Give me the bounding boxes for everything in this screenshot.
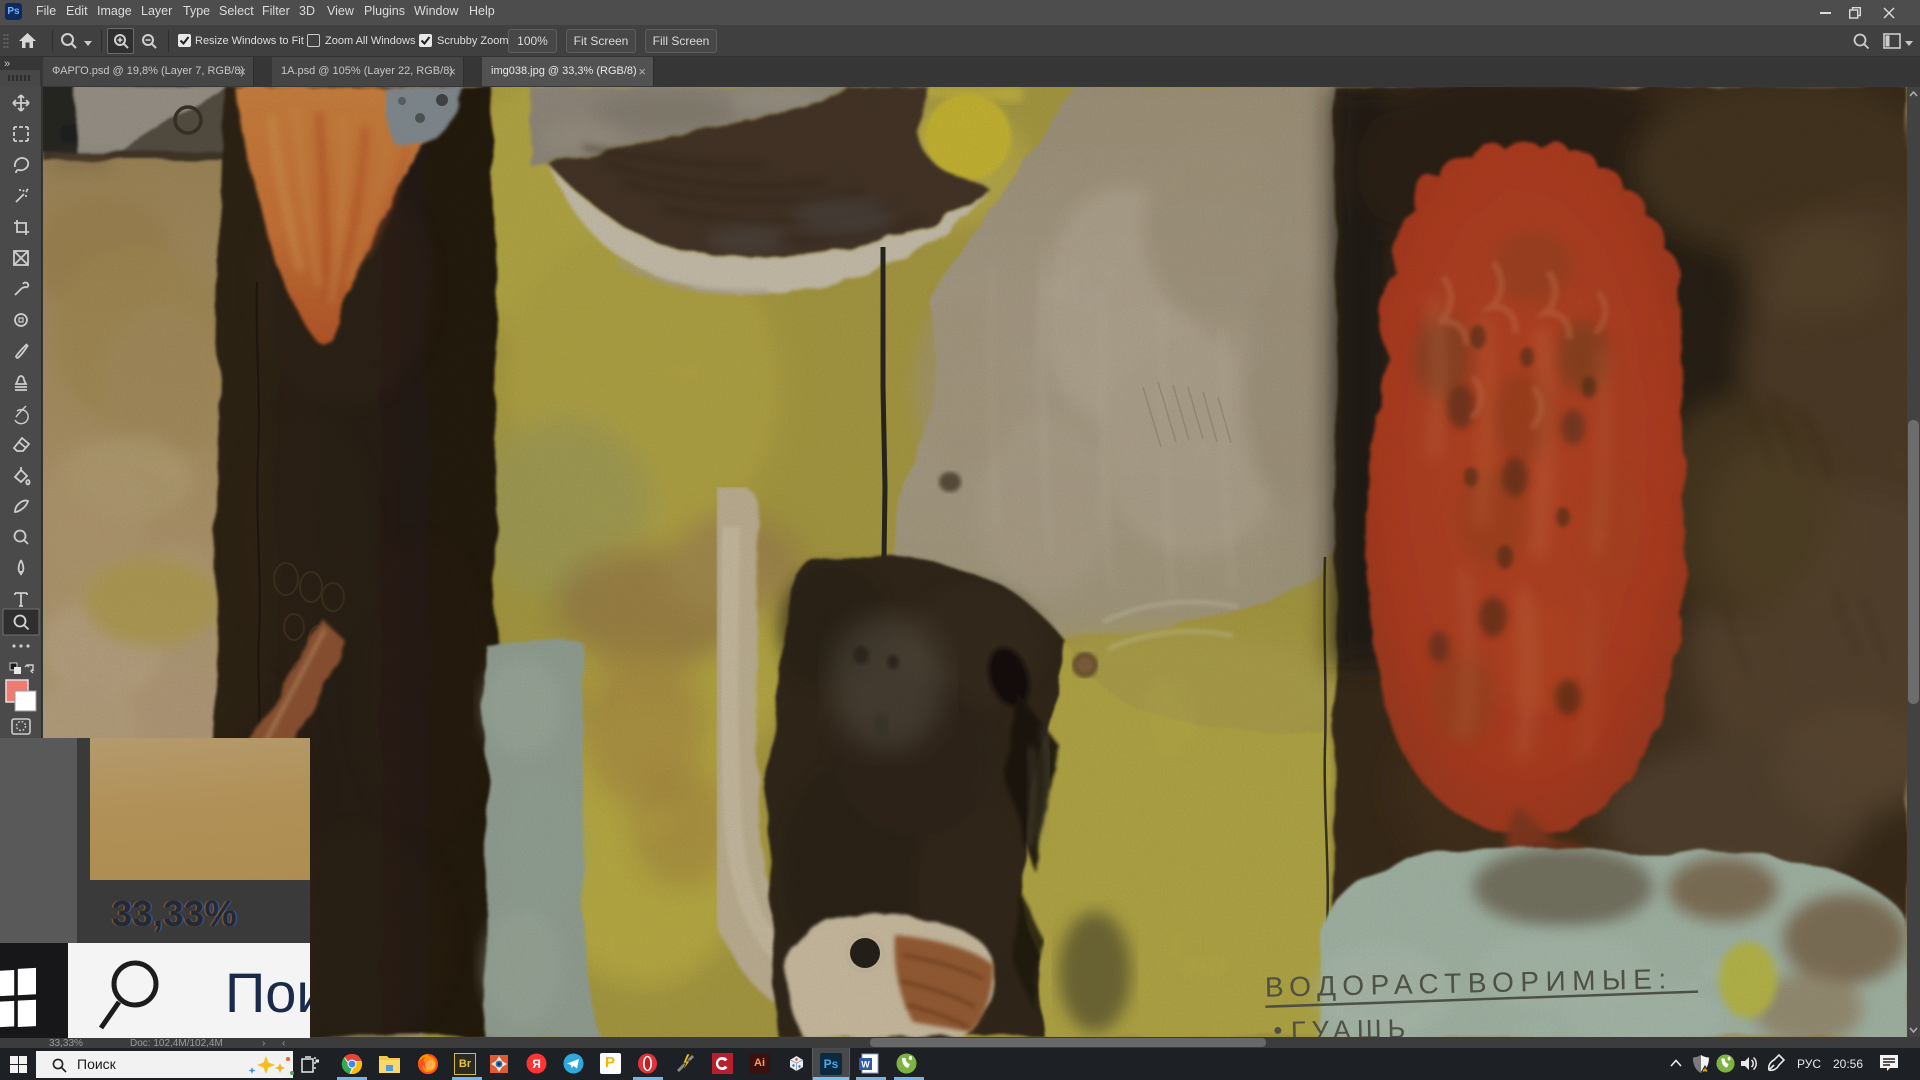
svg-text:Я: Я xyxy=(532,1057,541,1071)
svg-text:W: W xyxy=(861,1060,870,1070)
